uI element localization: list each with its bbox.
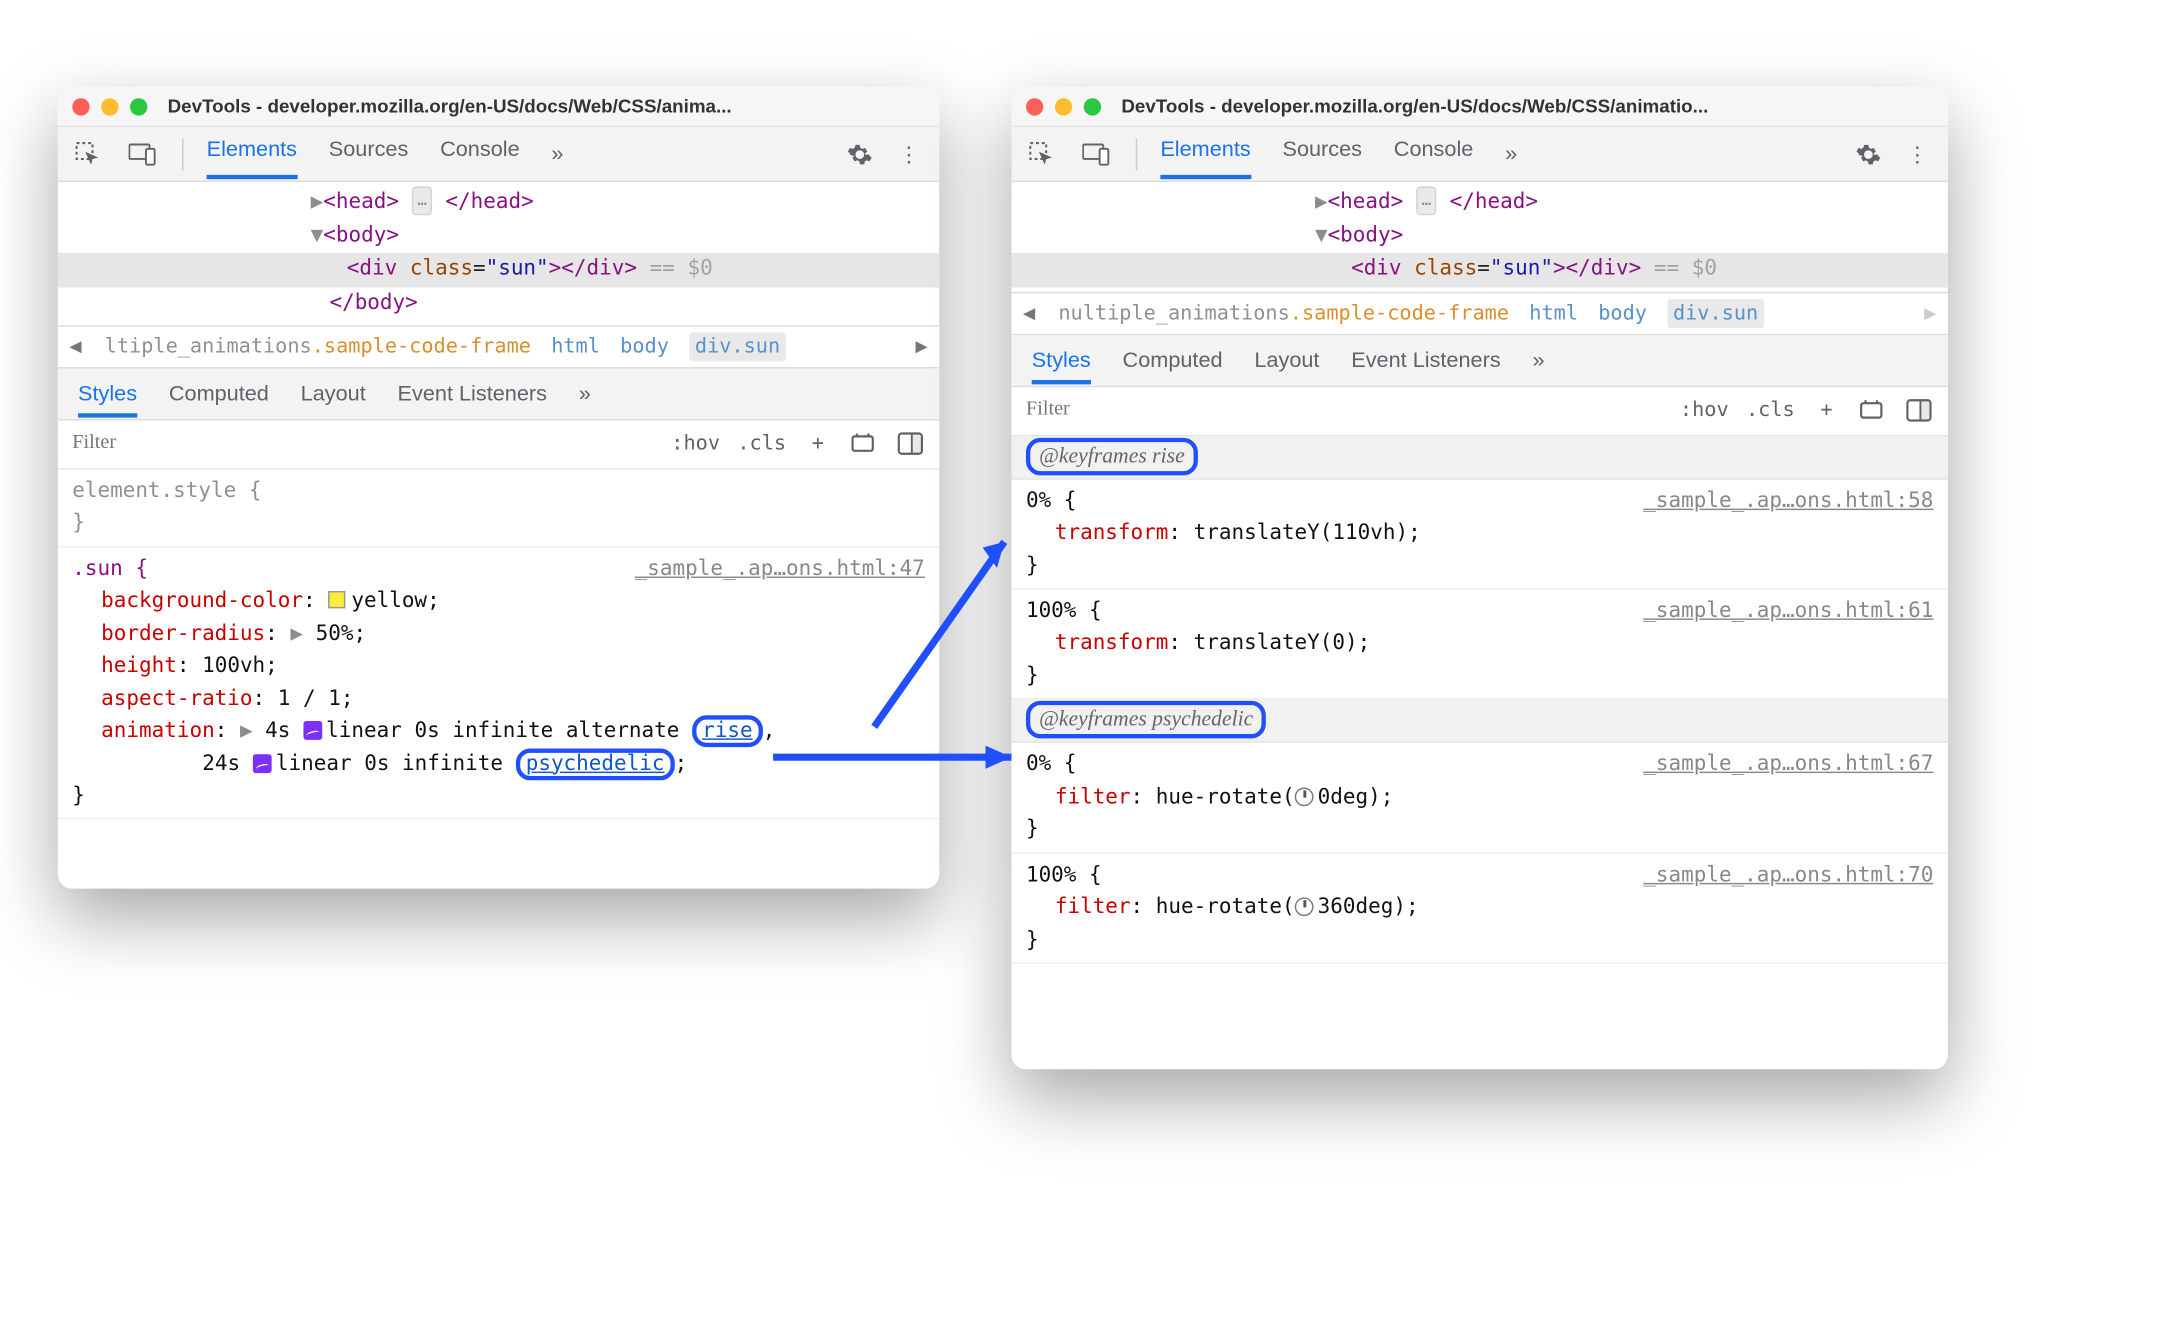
- devtools-toolbar: Elements Sources Console » ⋮: [1012, 127, 1948, 182]
- ptab-layout[interactable]: Layout: [1254, 348, 1319, 373]
- styles-panel-tabs: Styles Computed Layout Event Listeners »: [58, 368, 939, 420]
- ptab-event-listeners[interactable]: Event Listeners: [398, 381, 547, 406]
- inspect-icon[interactable]: [72, 138, 104, 170]
- selected-node[interactable]: •••<div class="sun"></div> == $0: [1012, 253, 1948, 287]
- tab-console[interactable]: Console: [440, 137, 520, 170]
- tab-elements[interactable]: Elements: [207, 137, 297, 170]
- crumb-div-sun[interactable]: div.sun: [689, 332, 786, 361]
- bezier-icon[interactable]: [303, 721, 322, 740]
- crumb-body[interactable]: body: [1598, 301, 1647, 324]
- sun-rule[interactable]: .sun { _sample_.ap…ons.html:47 backgroun…: [58, 547, 939, 820]
- hov-toggle[interactable]: :hov: [671, 432, 720, 455]
- titlebar: DevTools - developer.mozilla.org/en-US/d…: [58, 87, 939, 127]
- kf-rise-100[interactable]: 100% { _sample_.ap…ons.html:61 transform…: [1012, 590, 1948, 700]
- close-icon[interactable]: [1026, 98, 1043, 115]
- chevron-right-icon[interactable]: ▶: [1921, 301, 1939, 324]
- keyframes-link-rise[interactable]: rise: [692, 715, 763, 747]
- chevron-left-icon[interactable]: ◀: [66, 335, 84, 358]
- ptab-styles[interactable]: Styles: [1032, 348, 1091, 373]
- styles-filter-bar: :hov .cls +: [58, 420, 939, 469]
- styles-panel-tabs: Styles Computed Layout Event Listeners »: [1012, 335, 1948, 387]
- breadcrumb: ◀ ltiple_animations.sample-code-frame ht…: [58, 325, 939, 368]
- more-panels-icon[interactable]: »: [579, 381, 591, 406]
- tab-sources[interactable]: Sources: [1282, 137, 1362, 170]
- maximize-icon[interactable]: [130, 98, 147, 115]
- inspect-icon[interactable]: [1026, 138, 1058, 170]
- color-swatch-icon[interactable]: [328, 591, 345, 608]
- gear-icon[interactable]: [844, 138, 876, 170]
- tab-sources[interactable]: Sources: [329, 137, 409, 170]
- gear-icon[interactable]: [1852, 138, 1884, 170]
- source-link[interactable]: _sample_.ap…ons.html:61: [1643, 595, 1933, 627]
- hov-toggle[interactable]: :hov: [1680, 399, 1729, 422]
- ellipsis-icon[interactable]: …: [1416, 186, 1437, 214]
- ptab-styles[interactable]: Styles: [78, 381, 137, 406]
- keyframes-heading-psychedelic: @keyframes psychedelic: [1012, 700, 1948, 743]
- device-toggle-icon[interactable]: [127, 138, 159, 170]
- cls-toggle[interactable]: .cls: [1746, 399, 1795, 422]
- titlebar: DevTools - developer.mozilla.org/en-US/d…: [1012, 87, 1948, 127]
- cls-toggle[interactable]: .cls: [737, 432, 786, 455]
- computed-toggle-icon[interactable]: [850, 430, 879, 459]
- kebab-icon[interactable]: ⋮: [893, 138, 925, 170]
- bezier-icon[interactable]: [253, 754, 272, 773]
- kf-psy-0[interactable]: 0% { _sample_.ap…ons.html:67 filter: hue…: [1012, 743, 1948, 853]
- element-style-rule[interactable]: element.style { }: [58, 469, 939, 547]
- source-link[interactable]: _sample_.ap…ons.html:70: [1643, 859, 1933, 891]
- crumb-div-sun[interactable]: div.sun: [1667, 298, 1764, 327]
- angle-swatch-icon[interactable]: [1295, 898, 1314, 917]
- devtools-toolbar: Elements Sources Console » ⋮: [58, 127, 939, 182]
- new-rule-icon[interactable]: +: [803, 430, 832, 459]
- chevron-right-icon[interactable]: ▶: [913, 335, 931, 358]
- dom-tree[interactable]: ▶<head> … </head> ▼<body> <div class="su…: [58, 182, 939, 325]
- sidebar-toggle-icon[interactable]: [896, 430, 925, 459]
- crumb-frame[interactable]: nultiple_animations.sample-code-frame: [1058, 301, 1509, 324]
- crumb-html[interactable]: html: [551, 335, 600, 358]
- more-tabs-icon[interactable]: »: [551, 142, 563, 167]
- filter-input[interactable]: [1012, 399, 1680, 422]
- dom-tree[interactable]: ▶<head> … </head> ▼<body> •••<div class=…: [1012, 182, 1948, 291]
- keyframes-heading-rise: @keyframes rise: [1012, 436, 1948, 479]
- minimize-icon[interactable]: [1055, 98, 1072, 115]
- styles-rules: @keyframes rise 0% { _sample_.ap…ons.htm…: [1012, 436, 1948, 964]
- filter-input[interactable]: [58, 432, 671, 455]
- ptab-computed[interactable]: Computed: [1123, 348, 1223, 373]
- keyframes-link-psychedelic[interactable]: psychedelic: [516, 748, 675, 780]
- device-toggle-icon[interactable]: [1081, 138, 1113, 170]
- devtools-window-left: DevTools - developer.mozilla.org/en-US/d…: [58, 87, 939, 889]
- close-icon[interactable]: [72, 98, 89, 115]
- tab-elements[interactable]: Elements: [1160, 137, 1250, 170]
- breadcrumb: ◀ nultiple_animations.sample-code-frame …: [1012, 291, 1948, 334]
- selected-node[interactable]: <div class="sun"></div> == $0: [58, 253, 939, 287]
- computed-toggle-icon[interactable]: [1858, 396, 1887, 425]
- new-rule-icon[interactable]: +: [1812, 396, 1841, 425]
- kf-psy-100[interactable]: 100% { _sample_.ap…ons.html:70 filter: h…: [1012, 854, 1948, 964]
- styles-rules: element.style { } .sun { _sample_.ap…ons…: [58, 469, 939, 820]
- maximize-icon[interactable]: [1084, 98, 1101, 115]
- kf-rise-0[interactable]: 0% { _sample_.ap…ons.html:58 transform: …: [1012, 479, 1948, 589]
- tab-console[interactable]: Console: [1394, 137, 1474, 170]
- source-link[interactable]: _sample_.ap…ons.html:47: [635, 553, 925, 585]
- chevron-left-icon[interactable]: ◀: [1020, 301, 1038, 324]
- more-panels-icon[interactable]: »: [1532, 348, 1544, 373]
- ellipsis-icon[interactable]: …: [412, 186, 433, 214]
- ptab-layout[interactable]: Layout: [301, 381, 366, 406]
- angle-swatch-icon[interactable]: [1295, 787, 1314, 806]
- minimize-icon[interactable]: [101, 98, 118, 115]
- crumb-html[interactable]: html: [1529, 301, 1578, 324]
- source-link[interactable]: _sample_.ap…ons.html:67: [1643, 749, 1933, 781]
- window-title: DevTools - developer.mozilla.org/en-US/d…: [1121, 95, 1708, 117]
- devtools-window-right: DevTools - developer.mozilla.org/en-US/d…: [1012, 87, 1948, 1070]
- source-link[interactable]: _sample_.ap…ons.html:58: [1643, 485, 1933, 517]
- sidebar-toggle-icon[interactable]: [1905, 396, 1934, 425]
- crumb-body[interactable]: body: [620, 335, 669, 358]
- ptab-computed[interactable]: Computed: [169, 381, 269, 406]
- styles-filter-bar: :hov .cls +: [1012, 387, 1948, 436]
- kebab-icon[interactable]: ⋮: [1902, 138, 1934, 170]
- window-title: DevTools - developer.mozilla.org/en-US/d…: [168, 95, 732, 117]
- more-tabs-icon[interactable]: »: [1505, 142, 1517, 167]
- ptab-event-listeners[interactable]: Event Listeners: [1351, 348, 1500, 373]
- crumb-frame[interactable]: ltiple_animations.sample-code-frame: [105, 335, 531, 358]
